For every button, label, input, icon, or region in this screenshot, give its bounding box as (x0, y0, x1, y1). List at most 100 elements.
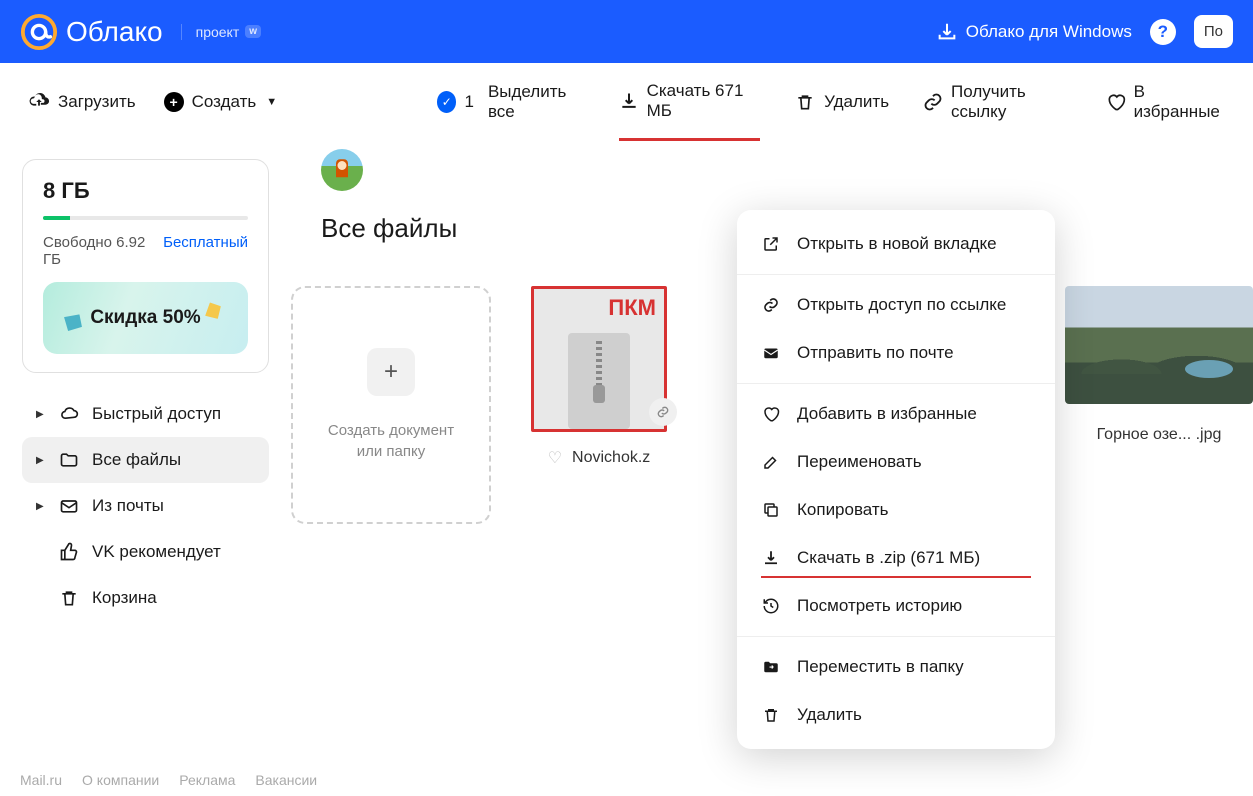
open-new-icon (761, 234, 781, 254)
chevron-right-icon: ▶ (36, 455, 46, 466)
trash-icon (58, 587, 80, 609)
nav-item-label: Из почты (92, 496, 164, 516)
ctx-item-history[interactable]: Посмотреть историю (737, 582, 1055, 630)
ctx-item-label: Открыть доступ по ссылке (797, 295, 1006, 315)
footer-link[interactable]: О компании (82, 772, 159, 788)
windows-download-link[interactable]: Облако для Windows (936, 21, 1132, 43)
download-icon (619, 90, 639, 112)
help-icon[interactable]: ? (1150, 19, 1176, 45)
ctx-item-mail-solid[interactable]: Отправить по почте (737, 329, 1055, 377)
logo-text: Облако (66, 16, 163, 48)
footer-links: Mail.ru О компании Реклама Вакансии (20, 772, 317, 788)
context-menu: Открыть в новой вкладке Открыть доступ п… (737, 210, 1055, 749)
highlight-underline (761, 576, 1031, 578)
folder-icon (58, 449, 80, 471)
promo-banner[interactable]: Скидка 50% (43, 282, 248, 354)
storage-card: 8 ГБ Свободно 6.92 ГБ Бесплатный Скидка … (22, 159, 269, 373)
separator (737, 274, 1055, 275)
ctx-item-label: Посмотреть историю (797, 596, 962, 616)
delete-button[interactable]: Удалить (794, 91, 889, 113)
sidebar-nav: ▶ Быстрый доступ▶ Все файлы▶ Из почты VK… (22, 391, 269, 621)
ctx-item-label: Переместить в папку (797, 657, 964, 677)
sidebar-item-thumbs-up[interactable]: VK рекомендует (22, 529, 269, 575)
ctx-item-label: Копировать (797, 500, 889, 520)
app-header: Облако проект w Облако для Windows ? По (0, 0, 1253, 63)
file-name: Горное озе... .jpg (1097, 426, 1222, 444)
create-document-tile[interactable]: + Создать документ или папку (291, 286, 491, 524)
toolbar: Загрузить + Создать ▼ ✓ 1 Выделить все С… (0, 63, 1253, 141)
nav-item-label: Все файлы (92, 450, 181, 470)
select-all-button[interactable]: ✓ 1 Выделить все (437, 82, 584, 122)
storage-total: 8 ГБ (43, 178, 248, 204)
chevron-down-icon: ▼ (266, 96, 277, 108)
copy-icon (761, 500, 781, 520)
download-box-icon (936, 21, 958, 43)
plus-icon: + (367, 348, 415, 396)
plus-circle-icon: + (164, 92, 184, 112)
storage-progress (43, 216, 248, 220)
search-input[interactable]: По (1194, 15, 1233, 48)
history-icon (761, 596, 781, 616)
ctx-item-download[interactable]: Скачать в .zip (671 МБ) (737, 534, 1055, 582)
vk-badge-icon: w (245, 25, 261, 38)
chevron-right-icon: ▶ (36, 409, 46, 420)
ctx-item-copy[interactable]: Копировать (737, 486, 1055, 534)
storage-plan-link[interactable]: Бесплатный (163, 234, 248, 268)
heart-outline-icon[interactable]: ♡ (548, 448, 562, 468)
cloud-icon (58, 403, 80, 425)
shared-link-badge-icon (649, 398, 677, 426)
move-icon (761, 657, 781, 677)
nav-item-label: Корзина (92, 588, 157, 608)
separator (737, 383, 1055, 384)
image-thumbnail (1065, 286, 1253, 404)
separator (737, 636, 1055, 637)
link-icon (923, 91, 943, 113)
file-tile-image[interactable]: Горное озе... .jpg (1065, 286, 1253, 444)
footer-link[interactable]: Mail.ru (20, 772, 62, 788)
chevron-right-icon: ▶ (36, 501, 46, 512)
trash-icon (761, 705, 781, 725)
ctx-item-trash[interactable]: Удалить (737, 691, 1055, 739)
logo[interactable]: Облако (20, 13, 163, 51)
thumbs-up-icon (58, 541, 80, 563)
pkm-annotation: ПКМ (608, 295, 656, 321)
active-underline (619, 138, 761, 141)
ctx-item-label: Переименовать (797, 452, 922, 472)
cloud-upload-icon (28, 91, 50, 113)
sidebar-item-folder[interactable]: ▶ Все файлы (22, 437, 269, 483)
at-logo-icon (20, 13, 58, 51)
ctx-item-label: Удалить (797, 705, 862, 725)
project-tag: проект w (181, 24, 261, 40)
user-avatar[interactable] (321, 149, 363, 191)
ctx-item-label: Скачать в .zip (671 МБ) (797, 548, 980, 568)
upload-button[interactable]: Загрузить (28, 91, 136, 113)
trash-icon (794, 91, 816, 113)
ctx-item-rename[interactable]: Переименовать (737, 438, 1055, 486)
file-name: Novichok.z (572, 449, 650, 467)
file-tile-zip[interactable]: ПКМ ♡ Novichok.z (531, 286, 667, 468)
footer-link[interactable]: Реклама (179, 772, 235, 788)
ctx-item-label: Отправить по почте (797, 343, 954, 363)
mail-icon (58, 495, 80, 517)
ctx-item-heart[interactable]: Добавить в избранные (737, 390, 1055, 438)
footer-link[interactable]: Вакансии (255, 772, 317, 788)
heart-icon (761, 404, 781, 424)
download-icon (761, 548, 781, 568)
mail-solid-icon (761, 343, 781, 363)
get-link-button[interactable]: Получить ссылку (923, 82, 1072, 122)
zip-archive-icon (568, 333, 630, 429)
download-button[interactable]: Скачать 671 МБ (619, 81, 761, 123)
nav-item-label: VK рекомендует (92, 542, 221, 562)
sidebar-item-cloud[interactable]: ▶ Быстрый доступ (22, 391, 269, 437)
check-circle-icon: ✓ (437, 91, 456, 113)
ctx-item-link[interactable]: Открыть доступ по ссылке (737, 281, 1055, 329)
add-to-favorites-button[interactable]: В избранные (1106, 82, 1225, 122)
ctx-item-move[interactable]: Переместить в папку (737, 643, 1055, 691)
ctx-item-open-new[interactable]: Открыть в новой вкладке (737, 220, 1055, 268)
rename-icon (761, 452, 781, 472)
storage-free-label: Свободно 6.92 ГБ (43, 234, 163, 268)
link-icon (761, 295, 781, 315)
create-button[interactable]: + Создать ▼ (164, 92, 278, 112)
sidebar-item-mail[interactable]: ▶ Из почты (22, 483, 269, 529)
sidebar-item-trash[interactable]: Корзина (22, 575, 269, 621)
